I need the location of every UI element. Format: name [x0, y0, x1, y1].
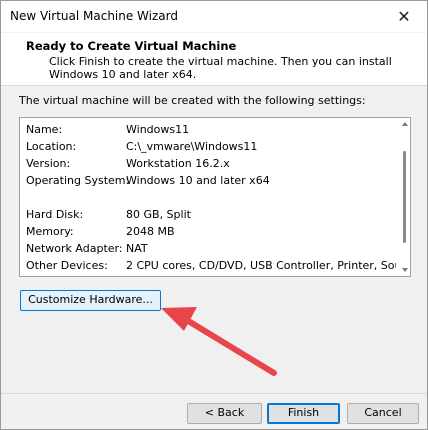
setting-value: Windows 10 and later x64	[126, 174, 270, 187]
setting-label: Operating System:	[26, 174, 130, 187]
page-description: Click Finish to create the virtual machi…	[49, 55, 392, 81]
customize-hardware-button[interactable]: Customize Hardware...	[20, 290, 161, 311]
setting-value: C:\_vmware\Windows11	[126, 140, 258, 153]
settings-summary-list[interactable]: Name: Windows11 Location: C:\_vmware\Win…	[19, 117, 411, 277]
scroll-down-arrow-icon[interactable]	[402, 268, 408, 272]
setting-label: Memory:	[26, 225, 74, 238]
setting-label: Hard Disk:	[26, 208, 84, 221]
setting-value: NAT	[126, 242, 148, 255]
cancel-button[interactable]: Cancel	[347, 403, 419, 424]
setting-label: Other Devices:	[26, 259, 108, 272]
scroll-thumb[interactable]	[403, 151, 406, 243]
footer-divider	[1, 393, 427, 394]
setting-value: 80 GB, Split	[126, 208, 191, 221]
close-button[interactable]: ✕	[381, 1, 427, 32]
setting-value: 2048 MB	[126, 225, 175, 238]
finish-button[interactable]: Finish	[267, 403, 340, 424]
setting-label: Location:	[26, 140, 77, 153]
scroll-up-arrow-icon[interactable]	[402, 122, 408, 126]
setting-value: Workstation 16.2.x	[126, 157, 230, 170]
setting-label: Name:	[26, 123, 63, 136]
setting-value: 2 CPU cores, CD/DVD, USB Controller, Pri…	[126, 259, 396, 272]
settings-intro: The virtual machine will be created with…	[19, 94, 366, 107]
vertical-scrollbar[interactable]	[401, 119, 409, 275]
back-button[interactable]: < Back	[187, 403, 262, 424]
title-bar: New Virtual Machine Wizard ✕	[1, 1, 427, 33]
wizard-window: New Virtual Machine Wizard ✕ Ready to Cr…	[0, 0, 428, 430]
wizard-header: Ready to Create Virtual Machine Click Fi…	[1, 33, 427, 86]
setting-label: Version:	[26, 157, 71, 170]
window-title: New Virtual Machine Wizard	[10, 9, 178, 23]
setting-label: Network Adapter:	[26, 242, 123, 255]
close-icon: ✕	[397, 7, 411, 26]
page-title: Ready to Create Virtual Machine	[26, 39, 237, 53]
setting-value: Windows11	[126, 123, 190, 136]
